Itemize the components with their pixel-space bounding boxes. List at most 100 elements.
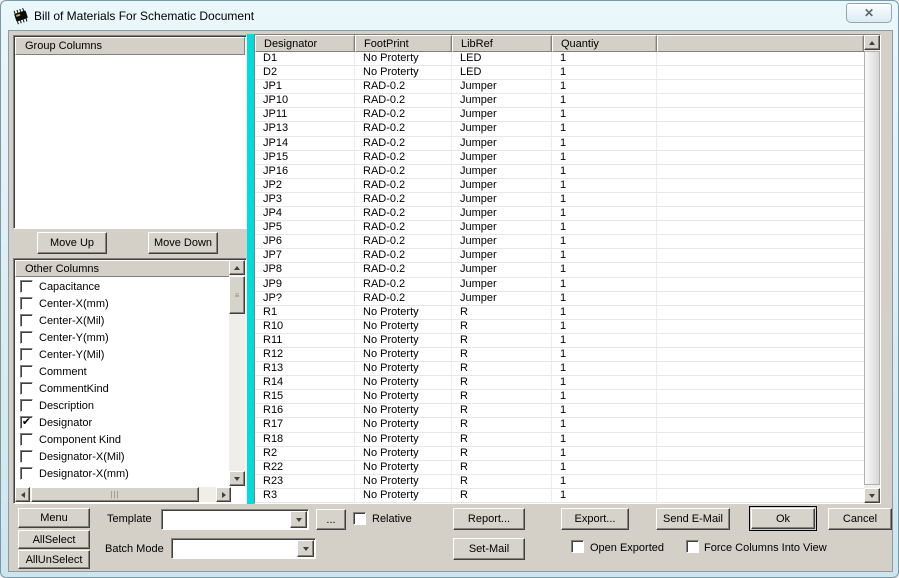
- all-select-button[interactable]: AllSelect: [18, 530, 90, 549]
- other-column-item[interactable]: CommentKind: [16, 380, 230, 397]
- panel-splitter[interactable]: [247, 34, 254, 504]
- send-email-button[interactable]: Send E-Mail: [656, 508, 730, 530]
- cancel-button[interactable]: Cancel: [828, 508, 892, 530]
- checkbox[interactable]: [20, 331, 33, 344]
- table-row[interactable]: JP9RAD-0.2Jumper1: [255, 278, 864, 292]
- column-header[interactable]: LibRef: [452, 35, 552, 52]
- checkbox[interactable]: [20, 314, 33, 327]
- checkbox[interactable]: [20, 280, 33, 293]
- scroll-left-button[interactable]: [15, 487, 30, 502]
- table-row[interactable]: JP7RAD-0.2Jumper1: [255, 249, 864, 263]
- checkbox[interactable]: [20, 399, 33, 412]
- batch-mode-dropdown-button[interactable]: [297, 540, 314, 557]
- table-cell: Jumper: [452, 179, 552, 193]
- column-header[interactable]: Quantiy: [552, 35, 657, 52]
- table-row[interactable]: R18No ProtertyR1: [255, 433, 864, 447]
- other-column-item[interactable]: Capacitance: [16, 278, 230, 295]
- table-row[interactable]: JP4RAD-0.2Jumper1: [255, 207, 864, 221]
- title-bar[interactable]: Bill of Materials For Schematic Document…: [1, 1, 899, 30]
- template-combobox[interactable]: [161, 509, 309, 530]
- vscroll-thumb[interactable]: [864, 51, 880, 485]
- close-button[interactable]: ✕: [846, 3, 892, 23]
- force-columns-checkbox[interactable]: [686, 540, 699, 553]
- vscroll-thumb[interactable]: ≡: [229, 276, 245, 314]
- table-row[interactable]: JP5RAD-0.2Jumper1: [255, 221, 864, 235]
- table-row[interactable]: R12No ProtertyR1: [255, 348, 864, 362]
- table-row[interactable]: R22No ProtertyR1: [255, 461, 864, 475]
- move-up-button[interactable]: Move Up: [37, 232, 107, 254]
- column-header[interactable]: Designator: [255, 35, 355, 52]
- table-vscrollbar[interactable]: [864, 35, 880, 503]
- scroll-up-button[interactable]: [864, 35, 880, 50]
- checkbox[interactable]: [20, 297, 33, 310]
- other-column-item[interactable]: Center-Y(Mil): [16, 346, 230, 363]
- table-row[interactable]: R16No ProtertyR1: [255, 404, 864, 418]
- other-column-item[interactable]: Description: [16, 397, 230, 414]
- other-columns-vscrollbar[interactable]: ≡: [229, 260, 245, 486]
- checkbox[interactable]: [20, 467, 33, 480]
- template-dropdown-button[interactable]: [290, 511, 307, 528]
- template-browse-button[interactable]: ...: [316, 509, 346, 530]
- other-column-item[interactable]: Designator-X(Mil): [16, 448, 230, 465]
- table-row[interactable]: R13No ProtertyR1: [255, 362, 864, 376]
- table-row[interactable]: JP16RAD-0.2Jumper1: [255, 165, 864, 179]
- table-row[interactable]: JP13RAD-0.2Jumper1: [255, 122, 864, 136]
- table-row[interactable]: JP15RAD-0.2Jumper1: [255, 151, 864, 165]
- group-columns-list[interactable]: [16, 56, 244, 226]
- table-row[interactable]: JP14RAD-0.2Jumper1: [255, 137, 864, 151]
- scroll-down-button[interactable]: [229, 471, 245, 486]
- table-cell-empty: [657, 489, 864, 503]
- move-down-button[interactable]: Move Down: [148, 232, 218, 254]
- table-row[interactable]: JP3RAD-0.2Jumper1: [255, 193, 864, 207]
- other-column-item[interactable]: Center-Y(mm): [16, 329, 230, 346]
- scroll-right-button[interactable]: [216, 487, 231, 502]
- table-row[interactable]: R14No ProtertyR1: [255, 376, 864, 390]
- scroll-up-button[interactable]: [229, 260, 245, 275]
- relative-checkbox[interactable]: [353, 512, 366, 525]
- ok-button[interactable]: Ok: [749, 506, 817, 531]
- other-column-item[interactable]: Designator-X(mm): [16, 465, 230, 482]
- scroll-down-button[interactable]: [864, 488, 880, 503]
- other-columns-hscrollbar[interactable]: |||: [15, 487, 231, 502]
- hscroll-thumb[interactable]: |||: [31, 487, 199, 502]
- table-row[interactable]: JP6RAD-0.2Jumper1: [255, 235, 864, 249]
- table-row[interactable]: R10No ProtertyR1: [255, 320, 864, 334]
- menu-button[interactable]: Menu: [18, 508, 90, 528]
- column-header[interactable]: [657, 35, 864, 52]
- table-row[interactable]: D2No ProtertyLED1: [255, 66, 864, 80]
- table-row[interactable]: R17No ProtertyR1: [255, 418, 864, 432]
- report-button[interactable]: Report...: [453, 508, 525, 530]
- other-column-item[interactable]: Component Kind: [16, 431, 230, 448]
- all-unselect-button[interactable]: AllUnSelect: [18, 550, 90, 569]
- export-button[interactable]: Export...: [561, 508, 629, 530]
- table-row[interactable]: JP10RAD-0.2Jumper1: [255, 94, 864, 108]
- other-column-item[interactable]: Comment: [16, 363, 230, 380]
- table-row[interactable]: R23No ProtertyR1: [255, 475, 864, 489]
- batch-mode-combobox[interactable]: [171, 538, 316, 559]
- other-column-item[interactable]: ✔Designator: [16, 414, 230, 431]
- table-row[interactable]: R3No ProtertyR1: [255, 489, 864, 503]
- table-row[interactable]: JP11RAD-0.2Jumper1: [255, 108, 864, 122]
- checkbox[interactable]: [20, 382, 33, 395]
- table-row[interactable]: JP1RAD-0.2Jumper1: [255, 80, 864, 94]
- checkbox[interactable]: [20, 365, 33, 378]
- table-row[interactable]: R11No ProtertyR1: [255, 334, 864, 348]
- other-column-item[interactable]: Center-X(mm): [16, 295, 230, 312]
- checkbox[interactable]: [20, 450, 33, 463]
- column-header[interactable]: FootPrint: [355, 35, 452, 52]
- table-row[interactable]: JP?RAD-0.2Jumper1: [255, 292, 864, 306]
- table-row[interactable]: R15No ProtertyR1: [255, 390, 864, 404]
- other-column-item[interactable]: Center-X(Mil): [16, 312, 230, 329]
- open-exported-checkbox[interactable]: [571, 540, 584, 553]
- other-columns-header[interactable]: Other Columns: [15, 260, 230, 277]
- table-row[interactable]: R2No ProtertyR1: [255, 447, 864, 461]
- checkbox[interactable]: [20, 348, 33, 361]
- table-row[interactable]: JP2RAD-0.2Jumper1: [255, 179, 864, 193]
- table-row[interactable]: D1No ProtertyLED1: [255, 52, 864, 66]
- set-mail-button[interactable]: Set-Mail: [453, 538, 525, 560]
- checkbox[interactable]: [20, 433, 33, 446]
- table-row[interactable]: JP8RAD-0.2Jumper1: [255, 263, 864, 277]
- table-row[interactable]: R1No ProtertyR1: [255, 306, 864, 320]
- checkbox-checked[interactable]: ✔: [20, 416, 33, 429]
- group-columns-header[interactable]: Group Columns: [15, 37, 245, 55]
